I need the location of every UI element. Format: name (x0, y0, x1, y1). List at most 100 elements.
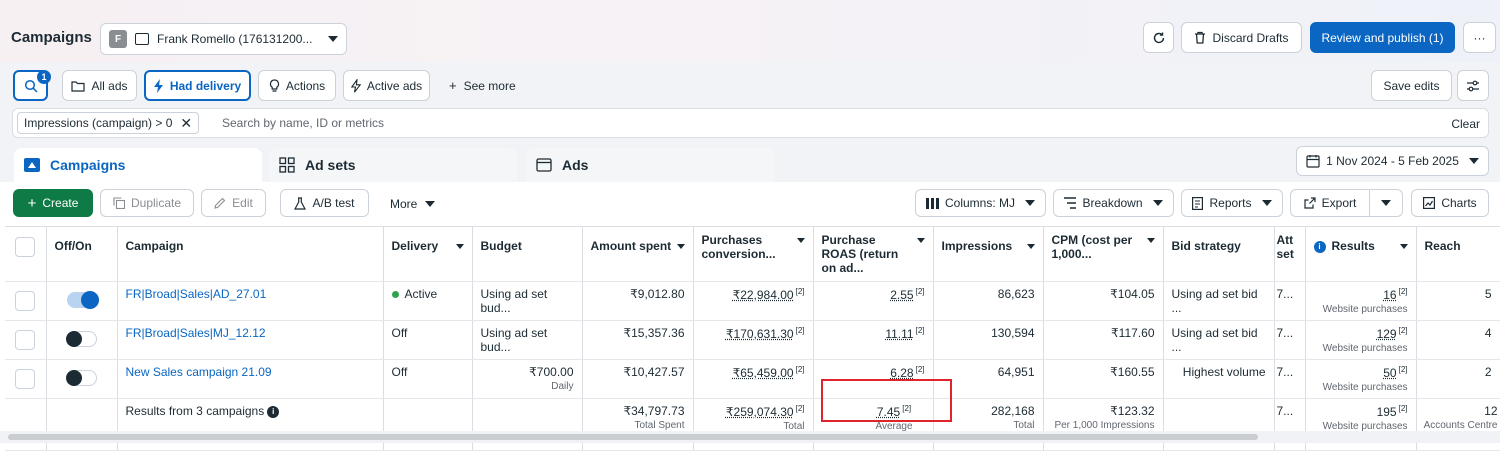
trash-icon (1195, 31, 1206, 44)
see-more-button[interactable]: + See more (449, 78, 516, 93)
impressions-cell: 86,623 (933, 281, 1044, 321)
export-dropdown-button[interactable] (1369, 189, 1403, 217)
footnote-marker: [2] (1398, 287, 1408, 296)
purchases-cell: ₹22,984.00 [2] (693, 281, 814, 321)
calendar-icon (1306, 155, 1320, 168)
tab-campaigns[interactable]: Campaigns (14, 148, 262, 182)
export-button[interactable]: Export (1290, 189, 1370, 217)
select-cell (5, 320, 47, 360)
ab-test-button[interactable]: A/B test (280, 189, 369, 217)
footnote-marker: [2] (1398, 404, 1408, 413)
sort-caret-icon[interactable] (1399, 244, 1408, 249)
attribution-cell: 7... (1274, 281, 1306, 321)
row-checkbox[interactable] (15, 369, 36, 389)
filter-search-bar[interactable]: Impressions (campaign) > 0 ✕ Search by n… (12, 108, 1489, 138)
review-publish-button[interactable]: Review and publish (1) (1310, 22, 1455, 53)
close-icon[interactable]: ✕ (180, 115, 192, 132)
campaign-name-link[interactable]: FR|Broad|Sales|AD_27.01 (126, 287, 267, 301)
search-input[interactable]: Search by name, ID or metrics (222, 116, 384, 130)
col-bid-strategy[interactable]: Bid strategy (1163, 226, 1275, 282)
col-cpm[interactable]: CPM (cost per 1,000... (1043, 226, 1164, 282)
account-avatar: F (109, 30, 127, 48)
delivery-status: Off (391, 326, 408, 340)
select-all-checkbox[interactable] (15, 237, 36, 257)
campaign-name-link[interactable]: FR|Broad|Sales|MJ_12.12 (126, 326, 266, 340)
col-amount-spent[interactable]: Amount spent (582, 226, 694, 282)
footnote-marker: [2] (795, 404, 805, 413)
reports-button[interactable]: Reports (1181, 189, 1283, 217)
refresh-button[interactable] (1143, 22, 1174, 53)
tab-ad-sets[interactable]: Ad sets (269, 148, 517, 182)
row-checkbox[interactable] (15, 330, 36, 350)
col-offon[interactable]: Off/On (46, 226, 118, 282)
customize-button[interactable] (1457, 70, 1489, 101)
col-purchases-conversion[interactable]: Purchases conversion... (693, 226, 814, 282)
export-label: Export (1321, 196, 1357, 210)
select-all-cell (5, 226, 47, 282)
reports-label: Reports (1209, 196, 1252, 210)
more-options-button[interactable]: ··· (1463, 22, 1496, 53)
col-delivery[interactable]: Delivery (383, 226, 473, 282)
toggle-cell (46, 359, 118, 399)
sort-caret-icon[interactable] (676, 244, 685, 249)
sort-caret-icon[interactable] (1146, 238, 1155, 243)
charts-label: Charts (1441, 196, 1477, 210)
campaign-toggle[interactable] (66, 291, 99, 309)
campaign-toggle[interactable] (65, 370, 97, 386)
col-impressions[interactable]: Impressions (933, 226, 1044, 282)
col-campaign[interactable]: Campaign (117, 226, 384, 282)
active-ads-button[interactable]: Active ads (343, 70, 430, 101)
total-amount-spent: ₹34,797.73 (623, 404, 685, 418)
clear-filters-link[interactable]: Clear (1451, 117, 1480, 131)
table-row[interactable]: FR|Broad|Sales|MJ_12.12 Off Using ad set b… (5, 320, 1500, 360)
account-selector[interactable]: F Frank Romello (176131200... (100, 23, 347, 55)
create-button[interactable]: + Create (13, 189, 93, 217)
breakdown-button[interactable]: Breakdown (1053, 189, 1174, 217)
duplicate-button[interactable]: Duplicate (100, 189, 194, 217)
discard-drafts-button[interactable]: Discard Drafts (1181, 22, 1302, 53)
edit-label: Edit (232, 196, 253, 210)
campaign-toggle[interactable] (65, 331, 97, 347)
col-attribution[interactable]: Att set (1274, 226, 1306, 282)
had-delivery-button[interactable]: Had delivery (144, 70, 251, 101)
col-budget[interactable]: Budget (472, 226, 583, 282)
account-name: Frank Romello (176131200... (157, 32, 313, 46)
campaign-name-link[interactable]: New Sales campaign 21.09 (126, 365, 272, 379)
campaigns-tab-icon (24, 158, 40, 172)
delivery-cell: Off (383, 359, 473, 399)
total-impressions: 282,168 (991, 404, 1035, 418)
tab-ad-sets-label: Ad sets (305, 157, 356, 173)
footnote-marker: [2] (1398, 326, 1408, 335)
more-button[interactable]: More (390, 197, 436, 211)
row-checkbox[interactable] (15, 291, 36, 311)
plus-icon: + (27, 194, 37, 212)
charts-button[interactable]: Charts (1411, 189, 1489, 217)
horizontal-scrollbar[interactable] (8, 434, 1258, 440)
tab-ads[interactable]: Ads (526, 148, 774, 182)
cpm-cell: ₹160.55 (1043, 359, 1164, 399)
col-reach[interactable]: Reach (1416, 226, 1500, 282)
col-purchase-roas[interactable]: Purchase ROAS (return on ad... (813, 226, 934, 282)
sort-caret-icon[interactable] (916, 238, 925, 243)
amount-spent-value: ₹9,012.80 (630, 287, 685, 301)
reach-cell: 4 (1416, 320, 1500, 360)
edit-button[interactable]: Edit (201, 189, 266, 217)
sort-caret-icon[interactable] (1026, 244, 1035, 249)
sort-caret-icon[interactable] (455, 244, 464, 249)
date-range-picker[interactable]: 1 Nov 2024 - 5 Feb 2025 (1296, 146, 1489, 176)
info-icon[interactable]: i (1313, 240, 1326, 253)
all-ads-button[interactable]: All ads (62, 70, 137, 101)
col-results[interactable]: i Results (1305, 226, 1417, 282)
footnote-marker: [2] (795, 287, 805, 296)
results-value: 129 (1376, 327, 1397, 341)
actions-button[interactable]: Actions (258, 70, 336, 101)
save-edits-button[interactable]: Save edits (1371, 70, 1452, 101)
chevron-down-icon (425, 201, 436, 207)
filter-chip[interactable]: Impressions (campaign) > 0 ✕ (17, 112, 200, 134)
info-icon[interactable]: i (267, 405, 280, 418)
table-row[interactable]: FR|Broad|Sales|AD_27.01 Active Using ad se… (5, 281, 1500, 321)
results-cell: 16 [2] Website purchases (1305, 281, 1417, 321)
columns-button[interactable]: Columns: MJ (915, 189, 1046, 217)
table-row[interactable]: New Sales campaign 21.09 Off ₹700.00 Daily ₹… (5, 359, 1500, 399)
sort-caret-icon[interactable] (796, 238, 805, 243)
